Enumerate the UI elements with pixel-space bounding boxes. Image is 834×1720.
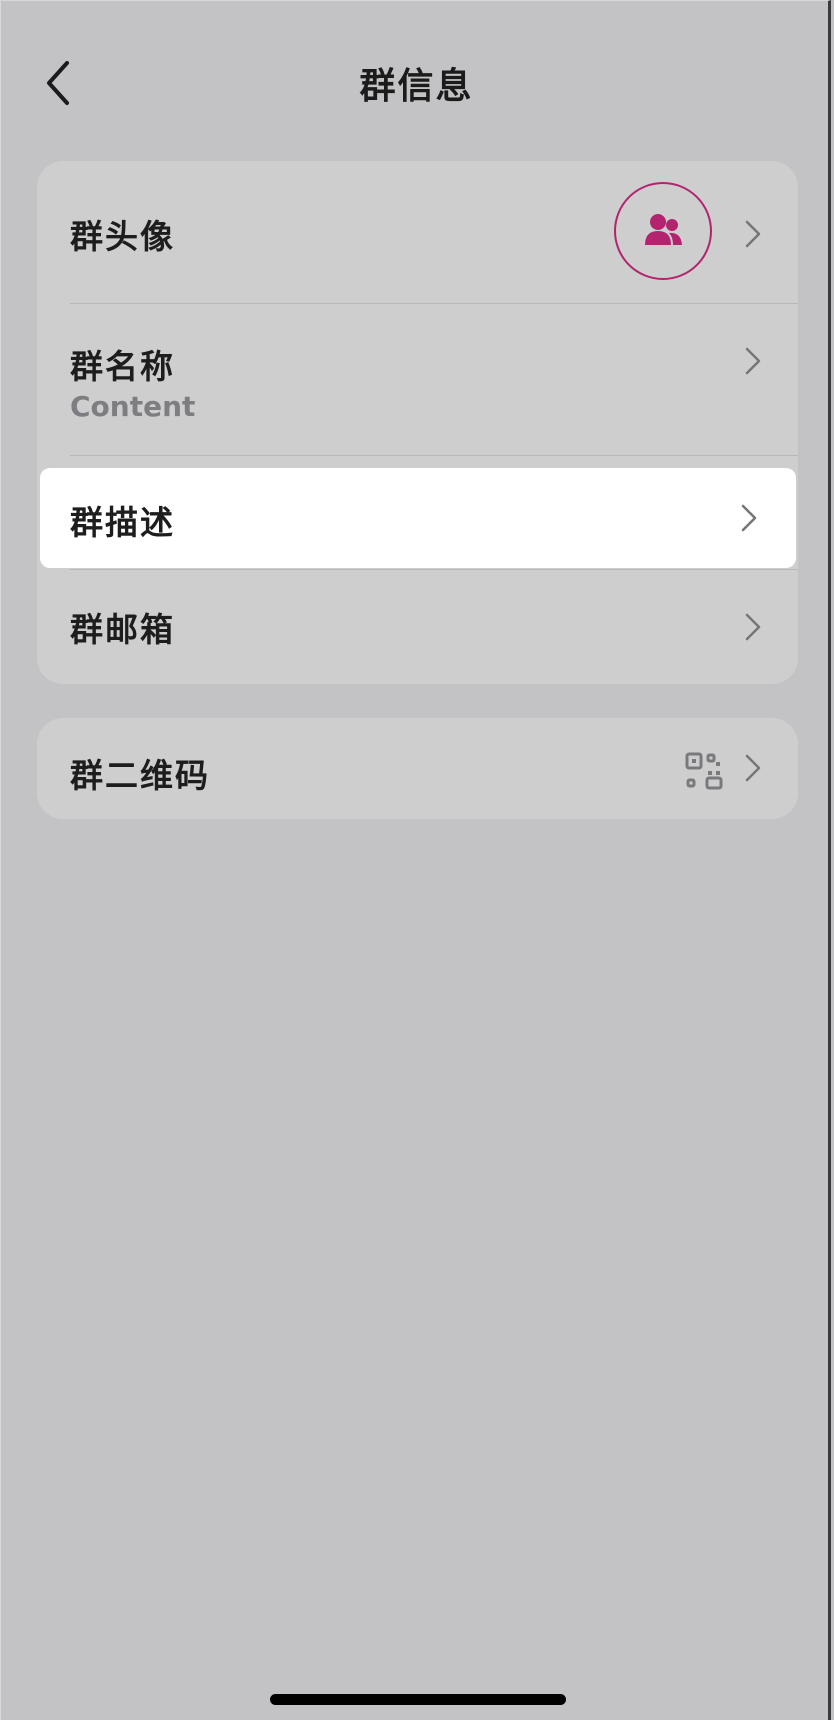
group-users-icon [645,214,682,245]
group-avatar-label: 群头像 [70,217,175,256]
home-indicator[interactable] [270,1694,566,1705]
group-description-row[interactable]: 群描述 [40,468,796,568]
chevron-right-icon [745,220,761,248]
group-qrcode-row[interactable]: 群二维码 [37,718,798,819]
group-name-value: Content [70,390,196,423]
group-email-row[interactable]: 群邮箱 [37,570,798,684]
group-name-label: 群名称 [70,347,175,386]
chevron-right-icon [741,504,757,532]
group-name-row[interactable]: 群名称 Content [37,304,798,455]
divider [70,455,798,456]
group-qrcode-card: 群二维码 [37,718,798,819]
group-settings-card: 群头像 群名称 Content 群邮箱 [37,161,798,684]
chevron-right-icon [745,754,761,782]
navigation-bar: 群信息 [1,31,832,131]
group-avatar[interactable] [614,182,712,280]
chevron-right-icon [745,613,761,641]
group-avatar-row[interactable]: 群头像 [37,161,798,303]
chevron-right-icon [745,347,761,375]
page-title: 群信息 [359,66,474,107]
group-qrcode-label: 群二维码 [70,756,210,795]
qr-code-icon [685,752,723,790]
group-description-label: 群描述 [70,503,175,542]
phone-screen: 群信息 群头像 群名称 Content 群邮箱 群描述 群二维码 [0,0,831,1720]
group-email-label: 群邮箱 [70,610,175,649]
